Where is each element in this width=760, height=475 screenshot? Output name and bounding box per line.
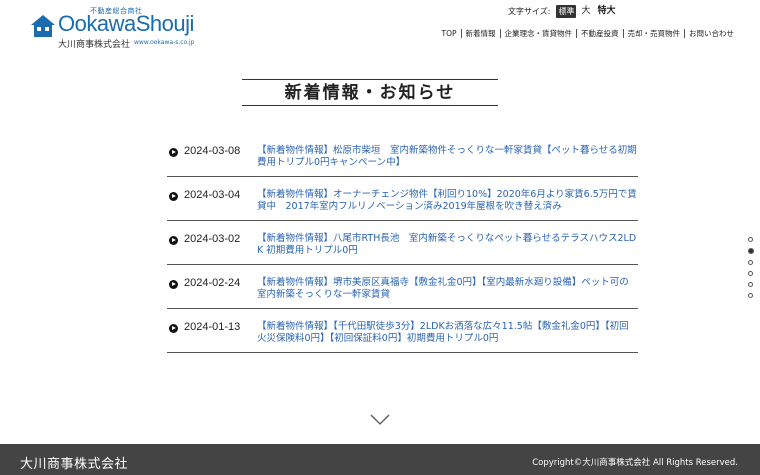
footer-company: 大川商事株式会社 (20, 457, 129, 472)
chevron-down-icon[interactable] (370, 414, 390, 426)
news-date: 2024-03-02 (184, 233, 241, 245)
news-date: 2024-01-13 (184, 321, 241, 333)
news-item[interactable]: 2024-03-08 【新着物件情報】松原市柴垣 室内新築物件そっくりな一軒家賃… (167, 141, 638, 177)
news-date: 2024-02-24 (184, 277, 241, 289)
news-list: 2024-03-08 【新着物件情報】松原市柴垣 室内新築物件そっくりな一軒家賃… (167, 141, 638, 361)
site-logo[interactable]: 不動産総合商社 OokawaShouji 大川商事株式会社 www.ookawa… (30, 6, 220, 50)
nav-philosophy-rental[interactable]: 企業理念・賃貸物件 (499, 29, 577, 38)
nav-top[interactable]: TOP (437, 29, 460, 38)
footer: 大川商事株式会社 Copyright©大川商事株式会社 All Rights R… (0, 444, 760, 475)
nav-sale[interactable]: 売却・売買物件 (622, 29, 685, 38)
font-size-xlarge[interactable]: 特大 (595, 5, 617, 18)
arrow-bullet-icon (169, 148, 178, 157)
news-link[interactable]: 【新着物件情報】八尾市RTH長池 室内新築そっくりなペット暮らせるテラスハウス2… (257, 233, 638, 257)
logo-company: 大川商事株式会社 (58, 40, 131, 50)
arrow-bullet-icon (169, 280, 178, 289)
font-size-switcher: 文字サイズ: 標準 大 特大 (508, 5, 618, 18)
news-item[interactable]: 2024-03-02 【新着物件情報】八尾市RTH長池 室内新築そっくりなペット… (167, 229, 638, 265)
arrow-bullet-icon (169, 192, 178, 201)
font-size-standard[interactable]: 標準 (556, 5, 577, 18)
font-size-label: 文字サイズ: (508, 7, 551, 16)
section-dot[interactable] (748, 293, 753, 298)
news-link[interactable]: 【新着物件情報】松原市柴垣 室内新築物件そっくりな一軒家賃貸【ペット暮らせる初期… (257, 145, 638, 169)
section-dot-active[interactable] (748, 248, 754, 254)
news-date: 2024-03-08 (184, 145, 241, 157)
house-icon (31, 15, 55, 37)
section-dot[interactable] (748, 260, 753, 265)
global-nav: TOP 新着情報 企業理念・賃貸物件 不動産投資 売却・売買物件 お問い合わせ (437, 29, 738, 38)
news-date: 2024-03-04 (184, 189, 241, 201)
font-size-large[interactable]: 大 (579, 5, 592, 18)
news-link[interactable]: 【新着物件情報】堺市美原区真福寺【敷金礼金0円】【室内最新水廻り設備】ペット可の… (257, 277, 638, 301)
news-item[interactable]: 2024-01-13 【新着物件情報】【千代田駅徒歩3分】2LDKお洒落な広々1… (167, 317, 638, 353)
arrow-bullet-icon (169, 236, 178, 245)
news-item[interactable]: 2024-03-04 【新着物件情報】オーナーチェンジ物件【利回り10%】202… (167, 185, 638, 221)
section-dot[interactable] (748, 282, 753, 287)
section-title-box: 新着情報・お知らせ (242, 79, 498, 106)
section-dot[interactable] (748, 237, 753, 242)
nav-investment[interactable]: 不動産投資 (576, 29, 623, 38)
news-item[interactable]: 2024-02-24 【新着物件情報】堺市美原区真福寺【敷金礼金0円】【室内最新… (167, 273, 638, 309)
nav-contact[interactable]: お問い合わせ (684, 29, 738, 38)
section-dot[interactable] (748, 271, 753, 276)
page-title: 新着情報・お知らせ (284, 83, 456, 103)
arrow-bullet-icon (169, 324, 178, 333)
news-link[interactable]: 【新着物件情報】【千代田駅徒歩3分】2LDKお洒落な広々11.5帖【敷金礼金0円… (257, 321, 638, 345)
logo-brand: OokawaShouji (58, 11, 194, 36)
section-dot-nav (748, 237, 754, 304)
news-link[interactable]: 【新着物件情報】オーナーチェンジ物件【利回り10%】2020年6月より家賃6.5… (257, 189, 638, 213)
footer-copyright: Copyright©大川商事株式会社 All Rights Reserved. (532, 458, 738, 468)
logo-url: www.ookawa-s.co.jp (134, 39, 195, 46)
nav-news[interactable]: 新着情報 (460, 29, 500, 38)
